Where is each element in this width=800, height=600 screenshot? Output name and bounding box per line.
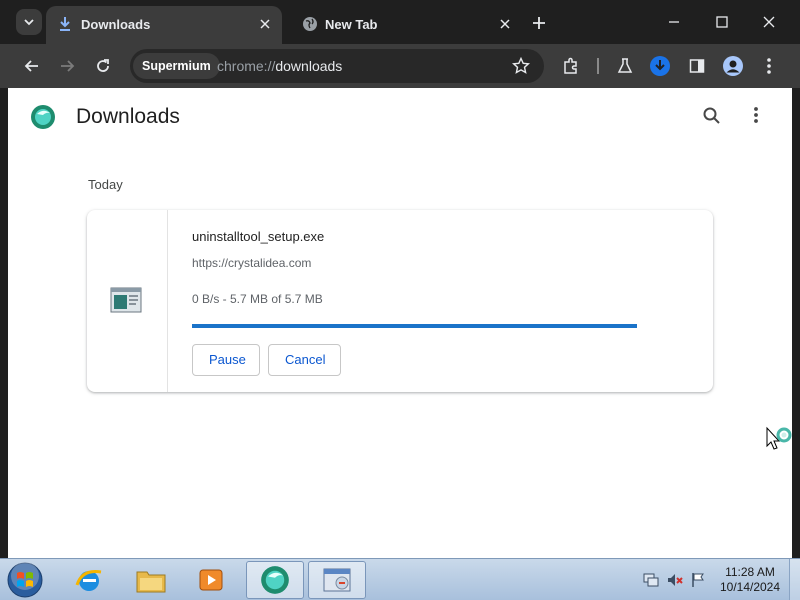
close-icon[interactable] [256, 15, 274, 33]
downloads-page: Downloads Today uninstalltool_setup.exe [8, 88, 792, 558]
download-circle-icon [650, 56, 670, 76]
side-panel-button[interactable] [684, 53, 710, 79]
close-window-button[interactable] [755, 8, 783, 36]
system-clock[interactable]: 11:28 AM 10/14/2024 [716, 565, 784, 595]
globe-icon [302, 16, 318, 35]
arrow-left-icon [24, 60, 38, 72]
maximize-icon [716, 16, 728, 28]
tab-search-button[interactable] [16, 9, 42, 35]
url-scheme: chrome:// [217, 58, 276, 74]
folder-icon [136, 571, 166, 593]
download-status: 0 B/s - 5.7 MB of 5.7 MB [192, 292, 323, 306]
download-progress-bar [192, 324, 637, 328]
minimize-button[interactable] [660, 8, 688, 36]
mouse-cursor-icon [765, 426, 793, 459]
download-progress-fill [192, 324, 637, 328]
windows-orb-icon [7, 562, 43, 598]
tab-new-tab[interactable]: New Tab [290, 6, 522, 44]
download-icon [58, 16, 72, 35]
taskbar-internet-explorer[interactable] [60, 561, 118, 599]
side-panel-icon [689, 59, 705, 73]
puzzle-icon [564, 57, 577, 74]
flask-icon [617, 58, 633, 73]
browser-menu-button[interactable] [756, 53, 782, 79]
search-icon[interactable] [702, 106, 724, 128]
clock-date: 10/14/2024 [719, 580, 781, 594]
file-name-link[interactable]: uninstalltool_setup.exe [192, 229, 324, 244]
minimize-icon [669, 21, 679, 23]
url-text[interactable]: chrome://downloads [217, 58, 342, 74]
plus-icon [533, 17, 545, 29]
bookmark-star-icon[interactable] [511, 56, 531, 80]
more-vert-icon [767, 58, 771, 74]
pause-button[interactable]: Pause [192, 344, 260, 376]
chevron-down-icon [24, 19, 34, 26]
close-icon[interactable] [496, 15, 514, 33]
source-url-link[interactable]: https://crystalidea.com [192, 256, 311, 270]
extensions-button[interactable] [558, 53, 584, 79]
volume-muted-icon[interactable] [667, 572, 683, 588]
reload-button[interactable] [90, 53, 116, 79]
site-chip[interactable]: Supermium [133, 53, 220, 79]
browser-toolbar: Supermium chrome://downloads [0, 44, 800, 88]
media-player-icon [199, 569, 223, 591]
action-center-flag-icon[interactable] [690, 572, 706, 588]
tab-title: Downloads [81, 17, 151, 32]
tab-title: New Tab [325, 17, 378, 32]
taskbar-setup-window[interactable] [308, 561, 366, 599]
taskbar-supermium[interactable] [246, 561, 304, 599]
network-icon[interactable] [643, 572, 659, 588]
internet-explorer-icon [75, 570, 102, 591]
title-bar: Downloads New Tab [0, 0, 800, 44]
back-button[interactable] [19, 53, 45, 79]
file-icon-column [87, 210, 168, 392]
avatar-icon [723, 56, 743, 76]
tab-downloads[interactable]: Downloads [46, 6, 282, 44]
download-item-card: uninstalltool_setup.exe https://crystali… [87, 210, 713, 392]
profile-button[interactable] [720, 53, 746, 79]
close-icon [763, 16, 775, 28]
reload-icon [97, 59, 109, 72]
maximize-button[interactable] [708, 8, 736, 36]
show-desktop-button[interactable] [789, 559, 800, 600]
new-tab-button[interactable] [528, 12, 550, 34]
clock-time: 11:28 AM [725, 565, 775, 579]
file-installer-icon [110, 287, 142, 318]
forward-button[interactable] [54, 53, 80, 79]
cancel-button[interactable]: Cancel [268, 344, 341, 376]
taskbar-media-player[interactable] [182, 561, 240, 599]
url-host: downloads [275, 58, 343, 74]
browser-window: Downloads New Tab Supermium chrome://dow… [0, 0, 800, 558]
taskbar-file-explorer[interactable] [122, 561, 180, 599]
start-button[interactable] [5, 560, 45, 600]
more-actions-icon[interactable] [748, 106, 764, 128]
downloads-button[interactable] [647, 53, 673, 79]
date-section-label: Today [88, 177, 123, 192]
installer-window-icon [323, 568, 351, 592]
arrow-right-icon [61, 60, 75, 72]
browser-logo-icon [30, 104, 56, 135]
page-title: Downloads [76, 105, 180, 128]
windows-taskbar: 11:28 AM 10/14/2024 [0, 558, 800, 600]
address-bar[interactable]: Supermium chrome://downloads [130, 49, 544, 83]
toolbar-divider [597, 58, 599, 74]
browser-logo-icon [261, 566, 289, 594]
labs-button[interactable] [612, 53, 638, 79]
